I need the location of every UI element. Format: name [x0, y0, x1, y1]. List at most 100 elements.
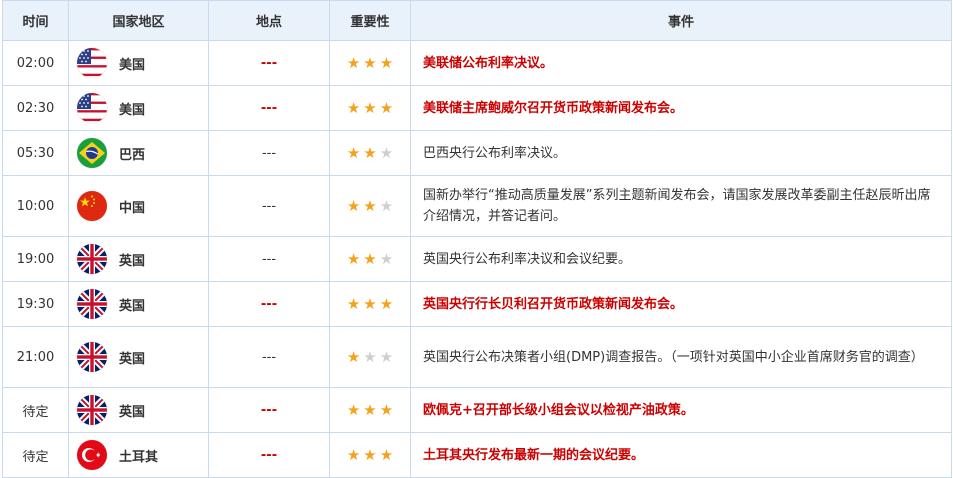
us-flag-icon — [77, 48, 107, 78]
row-location-cell: --- — [208, 40, 330, 86]
row-country-name: 土耳其 — [119, 449, 159, 465]
row-importance: ★ ★ ★ — [329, 432, 411, 478]
header-country: 国家地区 — [68, 0, 209, 41]
row-importance: ★ ★ ★ — [329, 40, 411, 86]
table-row: 05:30 巴西 --- ★ ★ ★ 巴西央行公布利率决议。 — [2, 130, 952, 176]
row-location: --- — [261, 145, 277, 161]
row-location-cell: --- — [208, 326, 330, 388]
row-location-cell: --- — [208, 432, 330, 478]
row-time: 19:00 — [2, 236, 69, 282]
row-location-cell: --- — [208, 281, 330, 327]
star-filled-icon: ★ — [363, 249, 377, 268]
star-filled-icon: ★ — [363, 400, 377, 419]
star-filled-icon: ★ — [379, 445, 394, 464]
row-time: 待定 — [2, 387, 69, 433]
row-time: 待定 — [2, 432, 69, 478]
star-empty-icon: ★ — [379, 347, 394, 366]
row-country-name: 英国 — [119, 351, 146, 367]
table-row: 02:00 美国 --- ★ ★ ★ 美联储公布利率决议。 — [2, 40, 952, 86]
row-country-cell: 美国 — [68, 40, 209, 86]
us-flag-icon — [77, 93, 107, 123]
star-filled-icon: ★ — [379, 400, 394, 419]
row-time: 02:00 — [2, 40, 69, 86]
economic-calendar-table: 时间 国家地区 地点 重要性 事件 02:00 美国 --- ★ ★ ★ 美联储公布利率决议… — [2, 0, 952, 478]
uk-flag-icon — [77, 244, 107, 274]
star-filled-icon: ★ — [363, 445, 377, 464]
row-event: 国新办举行“推动高质量发展”系列主题新闻发布会，请国家发展改革委副主任赵辰昕出席… — [410, 175, 952, 237]
row-event: 美联储公布利率决议。 — [410, 40, 952, 86]
row-event: 英国央行公布利率决议和会议纪要。 — [410, 236, 952, 282]
star-filled-icon: ★ — [363, 98, 377, 117]
row-location-cell: --- — [208, 387, 330, 433]
row-location-cell: --- — [208, 85, 330, 131]
row-location: --- — [260, 100, 278, 116]
star-filled-icon: ★ — [346, 98, 361, 117]
row-event: 英国央行行长贝利召开货币政策新闻发布会。 — [410, 281, 952, 327]
row-location: --- — [260, 296, 278, 312]
star-filled-icon: ★ — [346, 294, 361, 313]
table-header: 时间 国家地区 地点 重要性 事件 — [2, 0, 952, 41]
row-importance: ★ ★ ★ — [329, 387, 411, 433]
row-country-cell: 巴西 — [68, 130, 209, 176]
row-time: 02:30 — [2, 85, 69, 131]
row-importance: ★ ★ ★ — [329, 175, 411, 237]
table-row: 待定 英国 --- ★ ★ ★ 欧佩克+召开部长级小组会议以检视产油政策。 — [2, 387, 952, 433]
star-filled-icon: ★ — [379, 53, 394, 72]
cn-flag-icon — [77, 191, 107, 221]
star-empty-icon: ★ — [363, 347, 377, 366]
row-event: 美联储主席鲍威尔召开货币政策新闻发布会。 — [410, 85, 952, 131]
row-country-name: 英国 — [119, 253, 146, 269]
table-row: 19:30 英国 --- ★ ★ ★ 英国央行行长贝利召开货币政策新闻发布会。 — [2, 281, 952, 327]
row-country-name: 巴西 — [119, 147, 146, 163]
row-country-name: 美国 — [119, 102, 146, 118]
row-importance: ★ ★ ★ — [329, 281, 411, 327]
row-time: 05:30 — [2, 130, 69, 176]
row-location: --- — [261, 251, 277, 267]
row-location: --- — [260, 402, 278, 418]
star-filled-icon: ★ — [379, 98, 394, 117]
row-country-name: 英国 — [119, 404, 146, 420]
star-filled-icon: ★ — [363, 143, 377, 162]
row-location-cell: --- — [208, 236, 330, 282]
row-location: --- — [261, 349, 277, 365]
row-location-cell: --- — [208, 175, 330, 237]
row-country-cell: 美国 — [68, 85, 209, 131]
star-filled-icon: ★ — [346, 249, 361, 268]
uk-flag-icon — [77, 289, 107, 319]
star-empty-icon: ★ — [379, 143, 394, 162]
star-filled-icon: ★ — [346, 400, 361, 419]
tr-flag-icon — [77, 440, 107, 470]
star-filled-icon: ★ — [363, 294, 377, 313]
row-country-name: 英国 — [119, 298, 146, 314]
row-location: --- — [260, 55, 278, 71]
row-country-cell: 英国 — [68, 236, 209, 282]
star-filled-icon: ★ — [346, 196, 361, 215]
row-event: 土耳其央行发布最新一期的会议纪要。 — [410, 432, 952, 478]
star-empty-icon: ★ — [379, 249, 394, 268]
star-filled-icon: ★ — [346, 143, 361, 162]
row-location: --- — [260, 447, 278, 463]
star-filled-icon: ★ — [346, 445, 361, 464]
star-filled-icon: ★ — [346, 53, 361, 72]
row-country-cell: 英国 — [68, 326, 209, 388]
table-row: 02:30 美国 --- ★ ★ ★ 美联储主席鲍威尔召开货币政策新闻发布会。 — [2, 85, 952, 131]
table-row: 21:00 英国 --- ★ ★ ★ 英国央行公布决策者小组(DMP)调查报告。（一项针对英… — [2, 326, 952, 388]
star-filled-icon: ★ — [363, 53, 377, 72]
table-row: 19:00 英国 --- ★ ★ ★ 英国央行公布利率决议和会议纪要。 — [2, 236, 952, 282]
row-country-cell: 英国 — [68, 387, 209, 433]
header-event: 事件 — [410, 0, 952, 41]
row-event: 欧佩克+召开部长级小组会议以检视产油政策。 — [410, 387, 952, 433]
table-row: 待定 土耳其 --- ★ ★ ★ 土耳其央行发布最新一期的会议纪要。 — [2, 432, 952, 478]
row-time: 10:00 — [2, 175, 69, 237]
uk-flag-icon — [77, 395, 107, 425]
row-importance: ★ ★ ★ — [329, 326, 411, 388]
row-country-cell: 中国 — [68, 175, 209, 237]
header-time: 时间 — [2, 0, 69, 41]
row-importance: ★ ★ ★ — [329, 85, 411, 131]
header-importance: 重要性 — [329, 0, 411, 41]
row-country-cell: 英国 — [68, 281, 209, 327]
star-filled-icon: ★ — [363, 196, 377, 215]
row-time: 21:00 — [2, 326, 69, 388]
row-event: 英国央行公布决策者小组(DMP)调查报告。（一项针对英国中小企业首席财务官的调查… — [410, 326, 952, 388]
row-time: 19:30 — [2, 281, 69, 327]
